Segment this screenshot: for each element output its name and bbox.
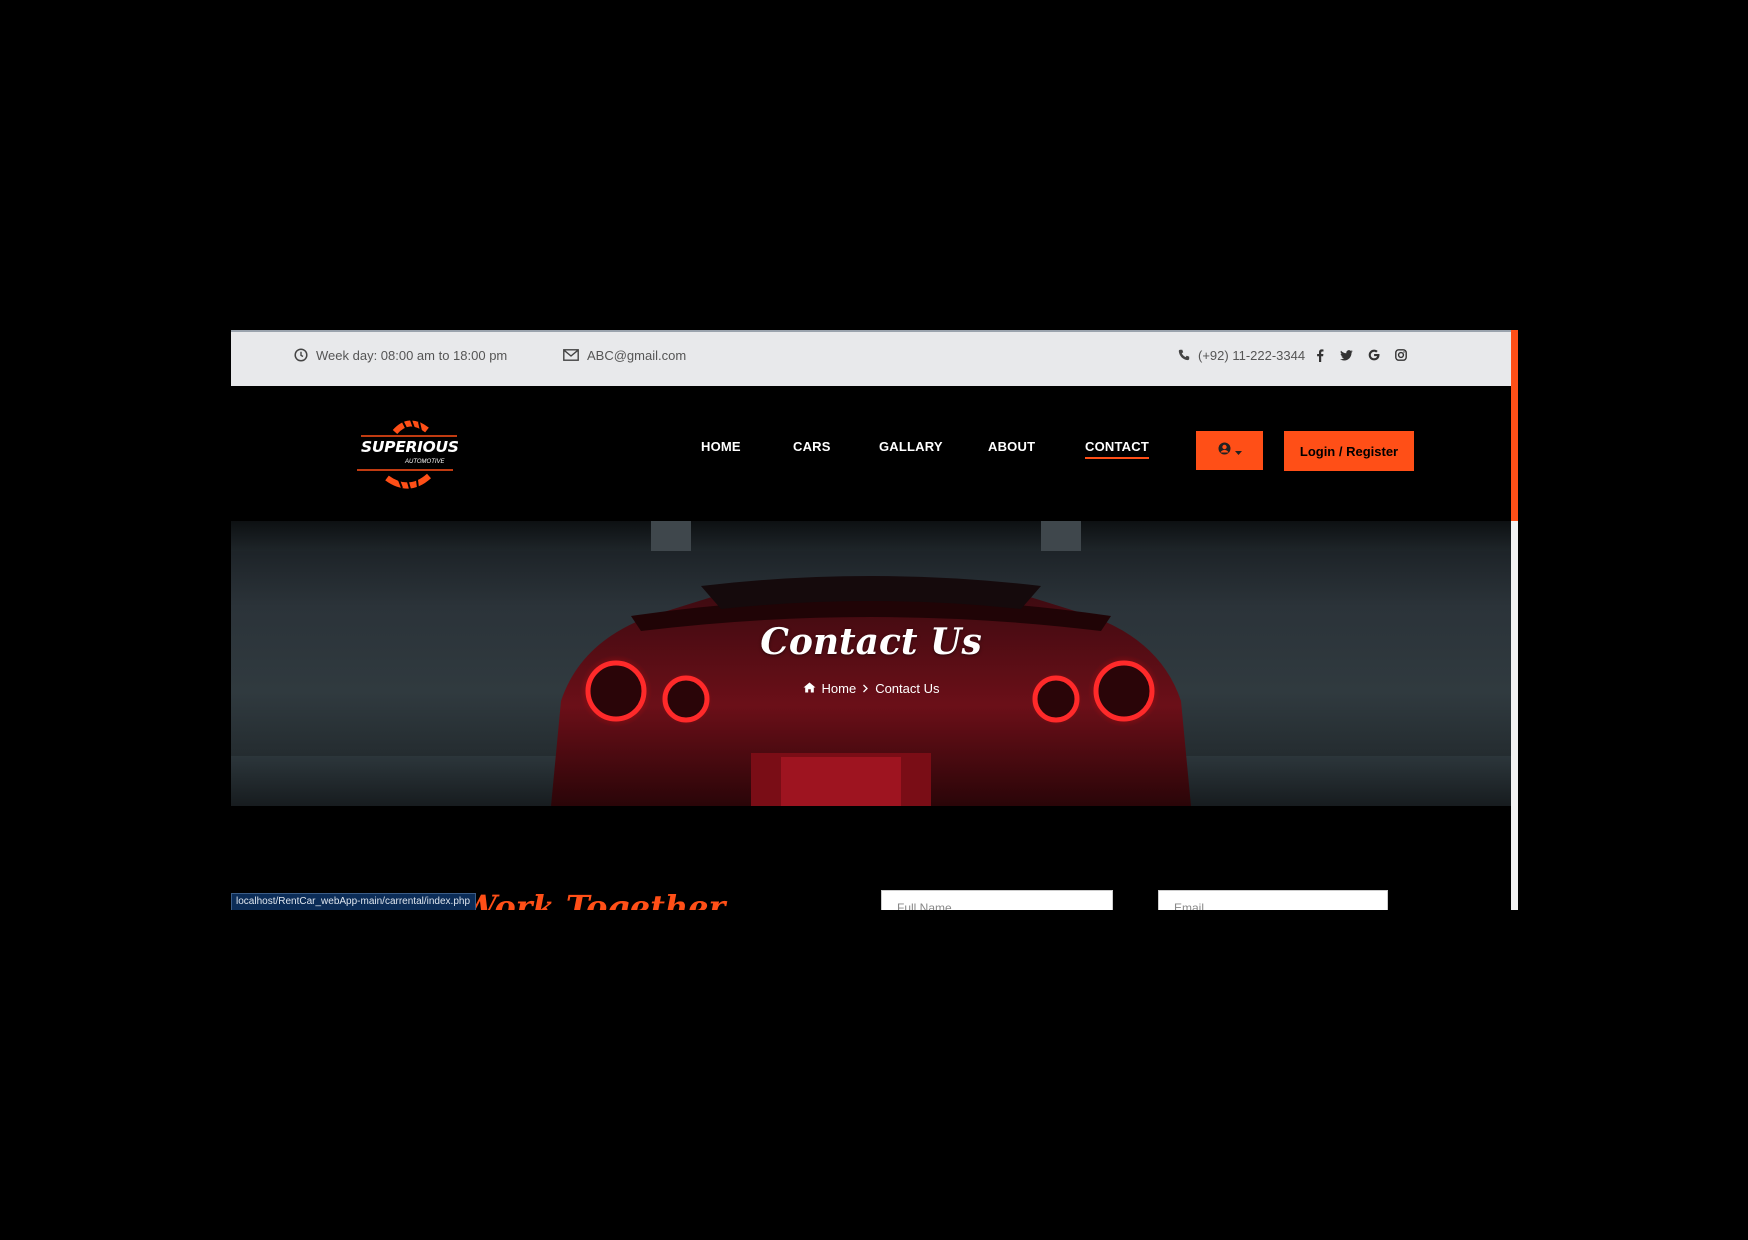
contact-section-heading: Work Together bbox=[461, 888, 726, 910]
caret-down-icon bbox=[1234, 442, 1242, 460]
phone-icon bbox=[1178, 349, 1190, 361]
breadcrumb-home[interactable]: Home bbox=[822, 681, 857, 696]
nav-cars[interactable]: CARS bbox=[793, 439, 831, 454]
brand-name: SUPERIOUS bbox=[361, 438, 459, 456]
browser-viewport: Week day: 08:00 am to 18:00 pm ABC@gmail… bbox=[231, 330, 1518, 910]
breadcrumb: Home Contact Us bbox=[231, 681, 1511, 696]
twitter-icon[interactable] bbox=[1337, 344, 1355, 366]
status-bar-url: localhost/RentCar_webApp-main/carrental/… bbox=[231, 893, 477, 910]
working-hours: Week day: 08:00 am to 18:00 pm bbox=[294, 344, 507, 366]
envelope-icon bbox=[563, 349, 579, 361]
home-icon bbox=[803, 681, 816, 696]
email-text: ABC@gmail.com bbox=[587, 347, 687, 363]
contact-phone[interactable]: (+92) 11-222-3344 bbox=[1178, 344, 1305, 366]
nav-about[interactable]: ABOUT bbox=[988, 439, 1035, 454]
sports-car-image bbox=[551, 521, 1191, 806]
breadcrumb-current: Contact Us bbox=[875, 681, 940, 696]
phone-text: (+92) 11-222-3344 bbox=[1198, 347, 1306, 363]
user-dropdown-button[interactable] bbox=[1196, 431, 1263, 470]
clock-icon bbox=[294, 348, 308, 362]
nav-contact[interactable]: CONTACT bbox=[1085, 439, 1149, 459]
instagram-icon[interactable] bbox=[1392, 344, 1410, 366]
chevron-right-icon bbox=[862, 684, 869, 693]
nav-home[interactable]: HOME bbox=[701, 439, 741, 454]
scrollbar-thumb[interactable] bbox=[1511, 330, 1518, 521]
working-hours-text: Week day: 08:00 am to 18:00 pm bbox=[316, 347, 508, 363]
top-info-bar: Week day: 08:00 am to 18:00 pm ABC@gmail… bbox=[231, 330, 1511, 386]
page-scrollbar[interactable] bbox=[1511, 330, 1518, 910]
brand-tagline: AUTOMOTIVE bbox=[405, 459, 445, 465]
nav-gallary[interactable]: GALLARY bbox=[879, 439, 943, 454]
brand-logo[interactable]: SUPERIOUS AUTOMOTIVE bbox=[355, 418, 463, 490]
facebook-icon[interactable] bbox=[1311, 344, 1329, 366]
page-title: Contact Us bbox=[760, 621, 982, 663]
full-name-field[interactable]: Full Name bbox=[881, 890, 1113, 910]
google-icon[interactable] bbox=[1365, 344, 1383, 366]
page-hero-banner: Contact Us Home Contact Us bbox=[231, 521, 1511, 806]
email-field[interactable]: Email bbox=[1158, 890, 1388, 910]
user-circle-icon bbox=[1218, 442, 1231, 460]
contact-email[interactable]: ABC@gmail.com bbox=[563, 344, 686, 366]
login-register-button[interactable]: Login / Register bbox=[1284, 431, 1414, 471]
main-navbar: SUPERIOUS AUTOMOTIVE HOME CARS GALLARY A… bbox=[231, 386, 1511, 521]
